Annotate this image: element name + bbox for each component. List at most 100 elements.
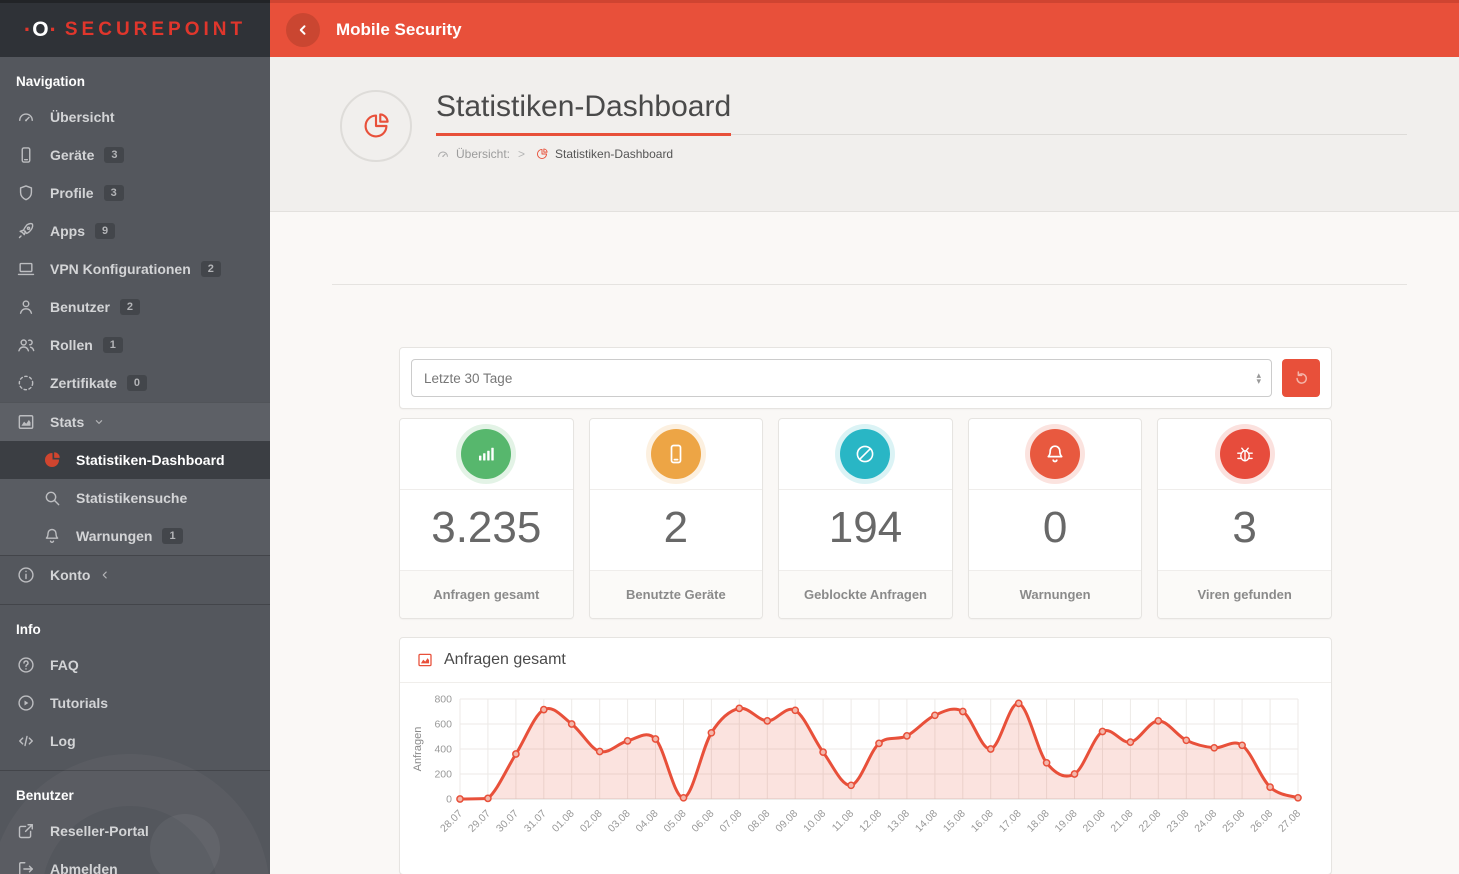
svg-text:04.08: 04.08 (634, 808, 661, 835)
sidebar-item-vpn-konfigurationen[interactable]: VPN Konfigurationen 2 (0, 250, 270, 288)
svg-text:12.08: 12.08 (857, 808, 884, 835)
count-badge: 9 (95, 223, 115, 239)
select-arrows-icon: ▴▾ (1256, 372, 1261, 384)
sidebar-item-label: Log (50, 733, 76, 749)
stat-value: 0 (969, 489, 1142, 570)
page-avatar (340, 90, 412, 162)
nav-section-benutzer: BenutzerReseller-PortalAbmelden (0, 770, 270, 874)
date-range-value: Letzte 30 Tage (424, 371, 512, 386)
title-rule (731, 134, 1407, 135)
sidebar-item-ubersicht[interactable]: Übersicht (0, 98, 270, 136)
nav-section-header: Info (0, 605, 270, 646)
filter-panel: Letzte 30 Tage ▴▾ (399, 347, 1332, 409)
svg-text:20.08: 20.08 (1081, 808, 1108, 835)
svg-text:02.08: 02.08 (578, 808, 605, 835)
sidebar-item-label: Warnungen (76, 528, 152, 544)
chart-header: Anfragen gesamt (400, 638, 1331, 683)
svg-text:27.08: 27.08 (1276, 808, 1303, 835)
date-range-select[interactable]: Letzte 30 Tage ▴▾ (411, 359, 1272, 397)
smartphone-icon (664, 442, 688, 466)
breadcrumb-home-link[interactable]: Übersicht: (456, 147, 510, 161)
user-icon (16, 297, 36, 317)
pie-chart-icon (360, 110, 392, 142)
chart-panel: Anfragen gesamt 020040060080028.0729.073… (399, 637, 1332, 874)
svg-text:03.08: 03.08 (606, 808, 633, 835)
sidebar-item-gerate[interactable]: Geräte3 (0, 136, 270, 174)
page-header: Statistiken-Dashboard Übersicht: > Stati… (270, 57, 1459, 212)
pie-chart-icon (535, 147, 549, 161)
laptop-icon (16, 259, 36, 279)
sidebar-item-statistiken-dashboard[interactable]: Statistiken-Dashboard (0, 441, 270, 479)
sidebar-item-log[interactable]: Log (0, 722, 270, 760)
refresh-button[interactable] (1282, 359, 1320, 397)
logo-text: SECUREPOINT (65, 19, 246, 41)
count-badge: 0 (127, 375, 147, 391)
stat-icon-circle (840, 429, 890, 479)
svg-text:09.08: 09.08 (773, 808, 800, 835)
back-button[interactable] (286, 13, 320, 47)
block-icon (853, 442, 877, 466)
stat-icon-circle (651, 429, 701, 479)
svg-text:28.07: 28.07 (438, 808, 465, 835)
sidebar-item-profile[interactable]: Profile3 (0, 174, 270, 212)
sidebar-item-faq[interactable]: FAQ (0, 646, 270, 684)
sidebar-item-label: Tutorials (50, 695, 108, 711)
count-badge: 1 (162, 528, 182, 544)
svg-text:800: 800 (434, 694, 452, 706)
sidebar-item-label: Statistiken-Dashboard (76, 452, 225, 468)
count-badge: 2 (120, 299, 140, 315)
stat-icon-area (779, 419, 952, 489)
count-badge: 2 (201, 261, 221, 277)
svg-text:30.07: 30.07 (494, 808, 521, 835)
sidebar-item-label: Apps (50, 223, 85, 239)
svg-text:15.08: 15.08 (941, 808, 968, 835)
nav-section-info: Info FAQ Tutorials Log (0, 604, 270, 760)
stat-label: Geblockte Anfragen (779, 570, 952, 618)
sidebar-item-benutzer[interactable]: Benutzer 2 (0, 288, 270, 326)
users-icon (16, 335, 36, 355)
nav-section-header: Navigation (0, 57, 270, 98)
external-link-icon (16, 821, 36, 841)
svg-text:24.08: 24.08 (1192, 808, 1219, 835)
sidebar-item-zertifikate[interactable]: Zertifikate 0 (0, 364, 270, 402)
nav-section-header: Benutzer (0, 771, 270, 812)
stat-label: Viren gefunden (1158, 570, 1331, 618)
svg-text:Anfragen: Anfragen (412, 727, 424, 772)
sidebar-item-reseller-portal[interactable]: Reseller-Portal (0, 812, 270, 850)
breadcrumb-separator: > (518, 147, 525, 161)
sidebar-item-stats[interactable]: Stats (0, 402, 270, 441)
svg-text:05.08: 05.08 (662, 808, 689, 835)
info-icon (16, 565, 36, 585)
svg-text:22.08: 22.08 (1136, 808, 1163, 835)
sidebar-item-abmelden[interactable]: Abmelden (0, 850, 270, 874)
certificate-icon (16, 373, 36, 393)
sidebar-item-apps[interactable]: Apps 9 (0, 212, 270, 250)
sidebar-item-warnungen[interactable]: Warnungen 1 (0, 517, 270, 555)
sidebar-item-label: Zertifikate (50, 375, 117, 391)
sidebar-item-label: Benutzer (50, 299, 110, 315)
content-divider (332, 284, 1407, 285)
svg-text:21.08: 21.08 (1108, 808, 1135, 835)
question-icon (16, 655, 36, 675)
stat-card-warnungen: 0Warnungen (968, 418, 1143, 619)
stat-card-geblockte-anfragen: 194Geblockte Anfragen (778, 418, 953, 619)
rocket-icon (16, 221, 36, 241)
svg-text:17.08: 17.08 (997, 808, 1024, 835)
svg-text:31.07: 31.07 (522, 808, 549, 835)
pie-chart-solid-icon (42, 450, 62, 470)
sidebar-item-tutorials[interactable]: Tutorials (0, 684, 270, 722)
svg-text:29.07: 29.07 (466, 808, 493, 835)
sidebar-item-label: VPN Konfigurationen (50, 261, 191, 277)
svg-text:13.08: 13.08 (885, 808, 912, 835)
sidebar-item-statistikensuche[interactable]: Statistikensuche (0, 479, 270, 517)
brand-logo: · O · SECUREPOINT (0, 0, 270, 57)
svg-text:600: 600 (434, 719, 452, 731)
sidebar-item-rollen[interactable]: Rollen1 (0, 326, 270, 364)
bell-icon (42, 526, 62, 546)
sidebar-item-label: Übersicht (50, 109, 115, 125)
sidebar-item-label: FAQ (50, 657, 79, 673)
svg-text:11.08: 11.08 (830, 808, 857, 835)
app-window: · O · SECUREPOINT Navigation Übersicht Ger… (0, 0, 1459, 874)
sidebar-item-konto[interactable]: Konto (0, 555, 270, 594)
gauge-icon (436, 147, 450, 161)
